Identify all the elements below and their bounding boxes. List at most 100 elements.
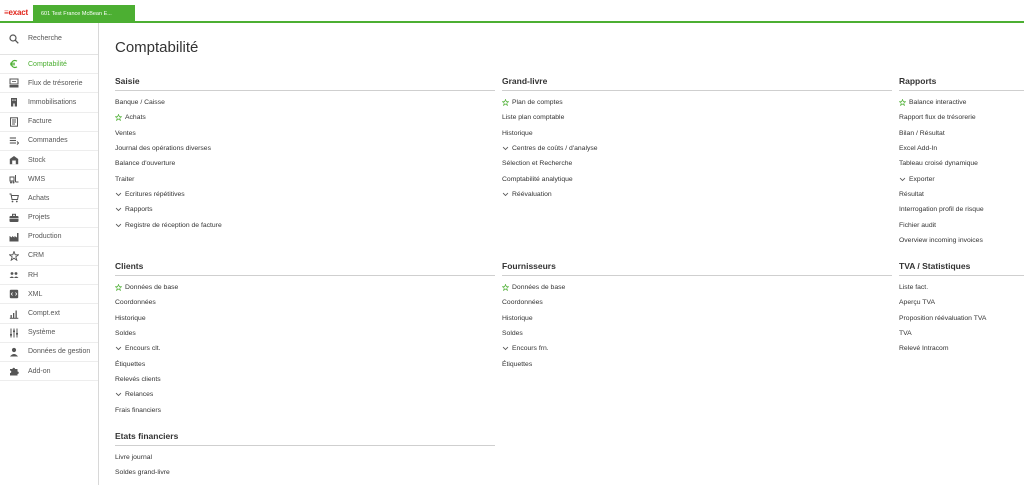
link-balance-d-ouverture[interactable]: Balance d'ouverture <box>115 156 495 171</box>
sidebar-item-commandes[interactable]: Commandes <box>0 132 98 151</box>
favorite-star-icon[interactable] <box>502 99 512 107</box>
link-ventes[interactable]: Ventes <box>115 126 495 141</box>
sidebar-item-add-on[interactable]: Add-on <box>0 362 98 382</box>
link-proposition-reevaluation-tva[interactable]: Proposition réévaluation TVA <box>899 311 1024 326</box>
link-journal-des-operations-diverses[interactable]: Journal des opérations diverses <box>115 141 495 156</box>
orders-icon <box>8 135 19 146</box>
link-centres-de-couts-d-analyse[interactable]: Centres de coûts / d'analyse <box>502 141 892 156</box>
link-etiquettes[interactable]: Étiquettes <box>115 356 495 371</box>
section-title: Grand-livre <box>502 74 892 91</box>
sidebar-item-label: Projets <box>28 214 50 222</box>
link-plan-de-comptes[interactable]: Plan de comptes <box>502 95 892 110</box>
favorite-star-icon[interactable] <box>502 284 512 292</box>
exact-logo[interactable]: ≡exact <box>4 8 28 17</box>
link-apercu-tva[interactable]: Aperçu TVA <box>899 295 1024 310</box>
link-fichier-audit[interactable]: Fichier audit <box>899 217 1024 232</box>
link-liste-plan-comptable[interactable]: Liste plan comptable <box>502 110 892 125</box>
sidebar-item-production[interactable]: Production <box>0 228 98 247</box>
link-encours-frn[interactable]: Encours frn. <box>502 341 892 356</box>
favorite-star-icon[interactable] <box>115 284 125 292</box>
link-reevaluation[interactable]: Réévaluation <box>502 187 892 202</box>
link-tableau-croise-dynamique[interactable]: Tableau croisé dynamique <box>899 156 1024 171</box>
link-historique[interactable]: Historique <box>502 311 892 326</box>
search-icon <box>8 33 19 44</box>
link-resultat[interactable]: Résultat <box>899 187 1024 202</box>
link-frais-financiers[interactable]: Frais financiers <box>115 402 495 417</box>
sidebar-item-achats[interactable]: Achats <box>0 189 98 209</box>
link-banque-caisse[interactable]: Banque / Caisse <box>115 95 495 110</box>
link-encours-clt[interactable]: Encours clt. <box>115 341 495 356</box>
sidebar-item-comptabilite[interactable]: Comptabilité <box>0 55 98 75</box>
sidebar-item-projets[interactable]: Projets <box>0 209 98 228</box>
link-releves-clients[interactable]: Relevés clients <box>115 372 495 387</box>
link-label: Excel Add-In <box>899 145 938 153</box>
page-title: Comptabilité <box>115 39 199 56</box>
link-interrogation-profil-de-risque[interactable]: Interrogation profil de risque <box>899 202 1024 217</box>
top-bar: ≡exact 601 Test France McBean E... <box>0 0 1024 23</box>
link-label: Liste plan comptable <box>502 114 565 122</box>
sidebar-item-compt-ext[interactable]: Compt.ext <box>0 304 98 324</box>
link-rapport-flux-de-tresorerie[interactable]: Rapport flux de trésorerie <box>899 110 1024 125</box>
link-label: Encours frn. <box>512 345 549 353</box>
sidebar-item-systeme[interactable]: Système <box>0 324 98 343</box>
briefcase-icon <box>8 212 19 223</box>
chevron-down-icon <box>115 222 125 229</box>
link-historique[interactable]: Historique <box>502 126 892 141</box>
link-label: Coordonnées <box>502 299 543 307</box>
chevron-down-icon <box>502 145 512 152</box>
division-tab[interactable]: 601 Test France McBean E... <box>33 5 135 23</box>
link-label: Balance interactive <box>909 99 967 107</box>
sidebar-item-label: Données de gestion <box>28 348 91 356</box>
link-soldes-grand-livre[interactable]: Soldes grand-livre <box>115 465 495 480</box>
link-selection-et-recherche[interactable]: Sélection et Recherche <box>502 156 892 171</box>
sidebar-item-rh[interactable]: RH <box>0 266 98 286</box>
link-etiquettes[interactable]: Étiquettes <box>502 356 892 371</box>
link-releve-intracom[interactable]: Relevé Intracom <box>899 341 1024 356</box>
link-registre-de-reception-de-facture[interactable]: Registre de réception de facture <box>115 217 495 232</box>
link-soldes[interactable]: Soldes <box>502 326 892 341</box>
link-exporter[interactable]: Exporter <box>899 171 1024 186</box>
sidebar-item-donnees-de-gestion[interactable]: Données de gestion <box>0 343 98 362</box>
link-relances[interactable]: Relances <box>115 387 495 402</box>
sidebar-item-label: Achats <box>28 194 50 202</box>
link-ecritures-repetitives[interactable]: Ecritures répétitives <box>115 187 495 202</box>
link-traiter[interactable]: Traiter <box>115 171 495 186</box>
sidebar-item-facture[interactable]: Facture <box>0 113 98 132</box>
sidebar-search[interactable]: Recherche <box>0 23 98 55</box>
link-balance-interactive[interactable]: Balance interactive <box>899 95 1024 110</box>
link-label: Achats <box>125 114 146 122</box>
link-donnees-de-base[interactable]: Données de base <box>115 280 495 295</box>
link-excel-add-in[interactable]: Excel Add-In <box>899 141 1024 156</box>
link-label: Ecritures répétitives <box>125 190 185 198</box>
sidebar-item-stock[interactable]: Stock <box>0 151 98 171</box>
sidebar-item-flux-de-tresorerie[interactable]: Flux de trésorerie <box>0 74 98 94</box>
building-icon <box>8 97 19 108</box>
sidebar-item-xml[interactable]: XML <box>0 285 98 305</box>
favorite-star-icon[interactable] <box>115 114 125 122</box>
link-label: Historique <box>115 314 146 322</box>
user-icon <box>8 346 19 357</box>
favorite-star-icon[interactable] <box>899 99 909 107</box>
link-rapports[interactable]: Rapports <box>115 202 495 217</box>
link-coordonnees[interactable]: Coordonnées <box>115 295 495 310</box>
link-bilan-resultat[interactable]: Bilan / Résultat <box>899 126 1024 141</box>
link-achats[interactable]: Achats <box>115 110 495 125</box>
sidebar-item-immobilisations[interactable]: Immobilisations <box>0 93 98 113</box>
link-coordonnees[interactable]: Coordonnées <box>502 295 892 310</box>
link-livre-journal[interactable]: Livre journal <box>115 450 495 465</box>
link-donnees-de-base[interactable]: Données de base <box>502 280 892 295</box>
sidebar-item-wms[interactable]: WMS <box>0 170 98 190</box>
link-tva[interactable]: TVA <box>899 326 1024 341</box>
section-link-list: Livre journal Soldes grand-livre <box>115 446 495 481</box>
link-comptabilite-analytique[interactable]: Comptabilité analytique <box>502 171 892 186</box>
link-label: Étiquettes <box>502 360 533 368</box>
link-label: Historique <box>502 129 533 137</box>
link-soldes[interactable]: Soldes <box>115 326 495 341</box>
section-grand-livre: Grand-livre Plan de comptes Liste plan com… <box>502 74 892 202</box>
link-label: Liste fact. <box>899 284 929 292</box>
link-historique[interactable]: Historique <box>115 311 495 326</box>
link-liste-fact[interactable]: Liste fact. <box>899 280 1024 295</box>
factory-icon <box>8 231 19 242</box>
sidebar-item-crm[interactable]: CRM <box>0 247 98 267</box>
link-overview-incoming-invoices[interactable]: Overview incoming invoices <box>899 233 1024 248</box>
